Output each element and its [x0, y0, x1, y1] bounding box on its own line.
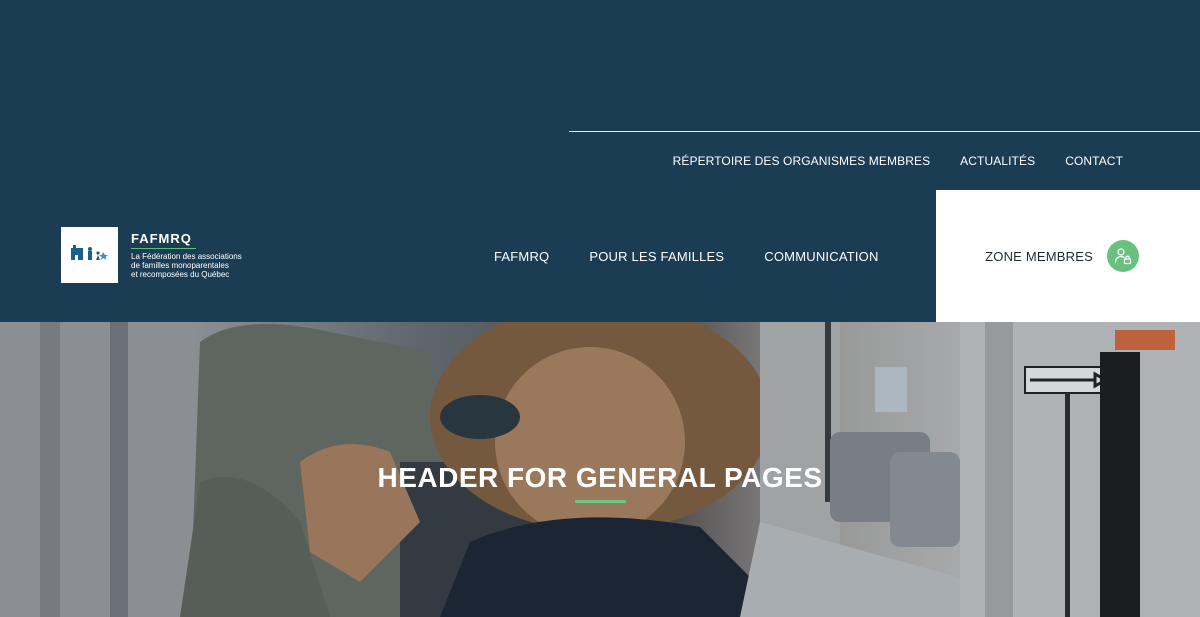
logo-description-3: et recomposées du Québec [131, 270, 230, 279]
nav-communication-link[interactable]: COMMUNICATION [764, 249, 878, 264]
logo-name: FAFMRQ [131, 231, 192, 246]
logo-description-2: de familles monoparentales [131, 261, 229, 270]
logo-text: FAFMRQ La Fédération des associations de… [131, 231, 271, 279]
nav-fafmrq-link[interactable]: FAFMRQ [494, 249, 549, 264]
logo-underline [131, 248, 196, 249]
user-lock-icon [1107, 240, 1139, 272]
nav-actualites-link[interactable]: ACTUALITÉS [960, 154, 1035, 168]
zone-membres-button[interactable]: ZONE MEMBRES [936, 190, 1200, 322]
hero-title: HEADER FOR GENERAL PAGES [377, 462, 823, 493]
logo-mark-icon [61, 227, 118, 283]
nav-contact-link[interactable]: CONTACT [1065, 154, 1123, 168]
main-nav: FAFMRQ POUR LES FAMILLES COMMUNICATION [494, 249, 879, 264]
nav-repertoire-link[interactable]: RÉPERTOIRE DES ORGANISMES MEMBRES [673, 154, 931, 168]
nav-pour-les-familles-link[interactable]: POUR LES FAMILLES [589, 249, 724, 264]
site-logo[interactable]: FAFMRQ La Fédération des associations de… [61, 227, 271, 283]
hero-banner: HEADER FOR GENERAL PAGES [0, 322, 1200, 617]
hero-title-underline [575, 500, 626, 503]
zone-membres-label: ZONE MEMBRES [985, 248, 1093, 264]
utility-nav: RÉPERTOIRE DES ORGANISMES MEMBRES ACTUAL… [673, 154, 1123, 168]
logo-description-1: La Fédération des associations [131, 252, 242, 261]
top-divider [569, 131, 1200, 132]
